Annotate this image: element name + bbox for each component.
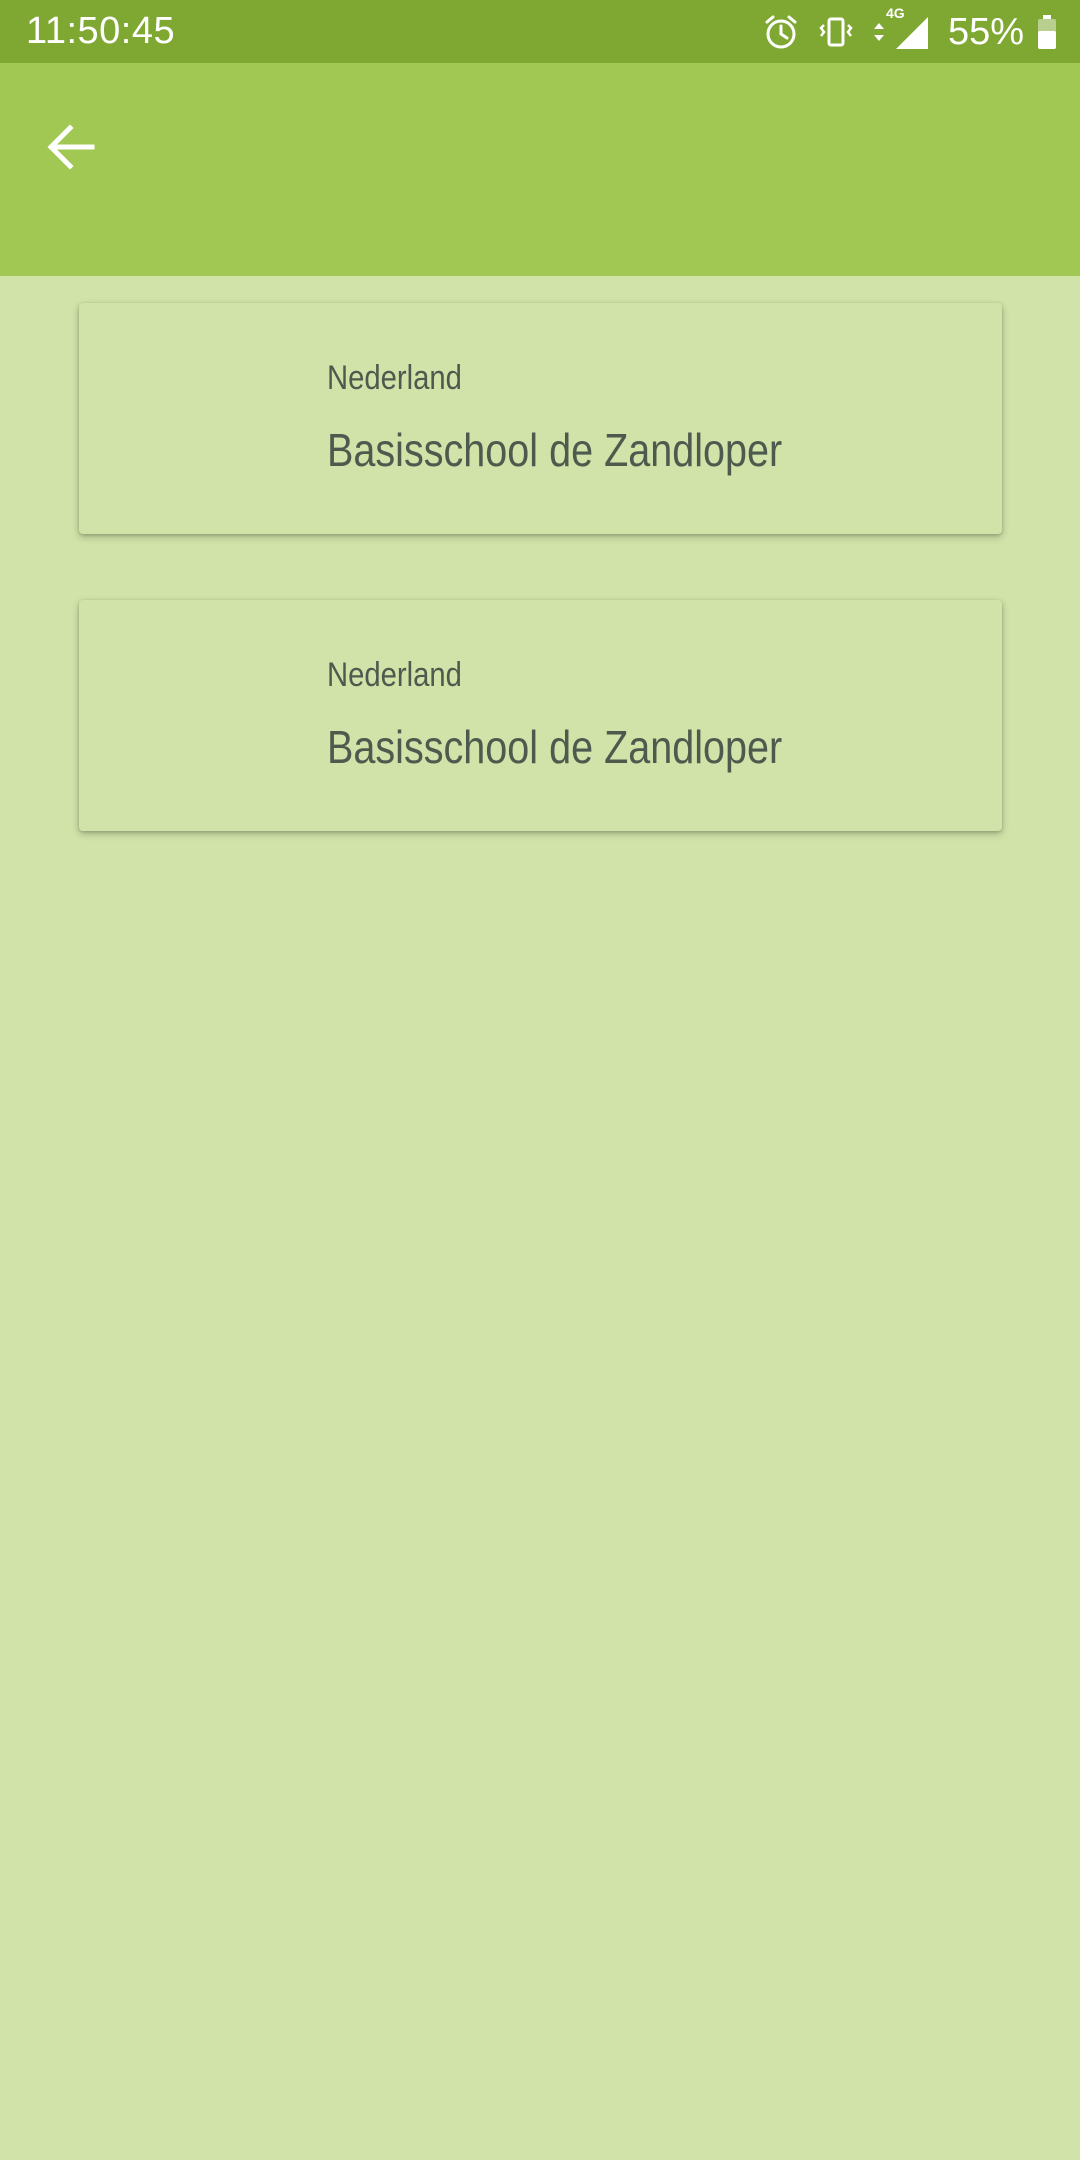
back-button[interactable] bbox=[26, 103, 114, 191]
vibrate-icon bbox=[818, 14, 854, 50]
data-arrows-icon bbox=[873, 22, 884, 41]
arrow-left-icon bbox=[47, 124, 95, 170]
country-label: Nederland bbox=[327, 656, 462, 694]
status-icons: 4G 55% bbox=[762, 0, 1058, 63]
battery-percent: 55% bbox=[947, 10, 1024, 53]
country-label: Nederland bbox=[327, 359, 462, 397]
battery-icon bbox=[1036, 14, 1058, 50]
list-item[interactable]: Nederland Basisschool de Zandloper bbox=[79, 303, 1002, 534]
list-item[interactable]: Nederland Basisschool de Zandloper bbox=[79, 600, 1002, 831]
network-type: 4G bbox=[885, 4, 905, 21]
school-name: Basisschool de Zandloper bbox=[327, 424, 783, 476]
signal-icon: 4G bbox=[872, 5, 930, 51]
alarm-icon bbox=[762, 13, 800, 51]
status-time: 11:50:45 bbox=[26, 10, 176, 52]
status-bar: 11:50:45 4G 55% bbox=[0, 0, 1080, 63]
school-name: Basisschool de Zandloper bbox=[327, 721, 783, 773]
app-bar bbox=[0, 63, 1080, 276]
